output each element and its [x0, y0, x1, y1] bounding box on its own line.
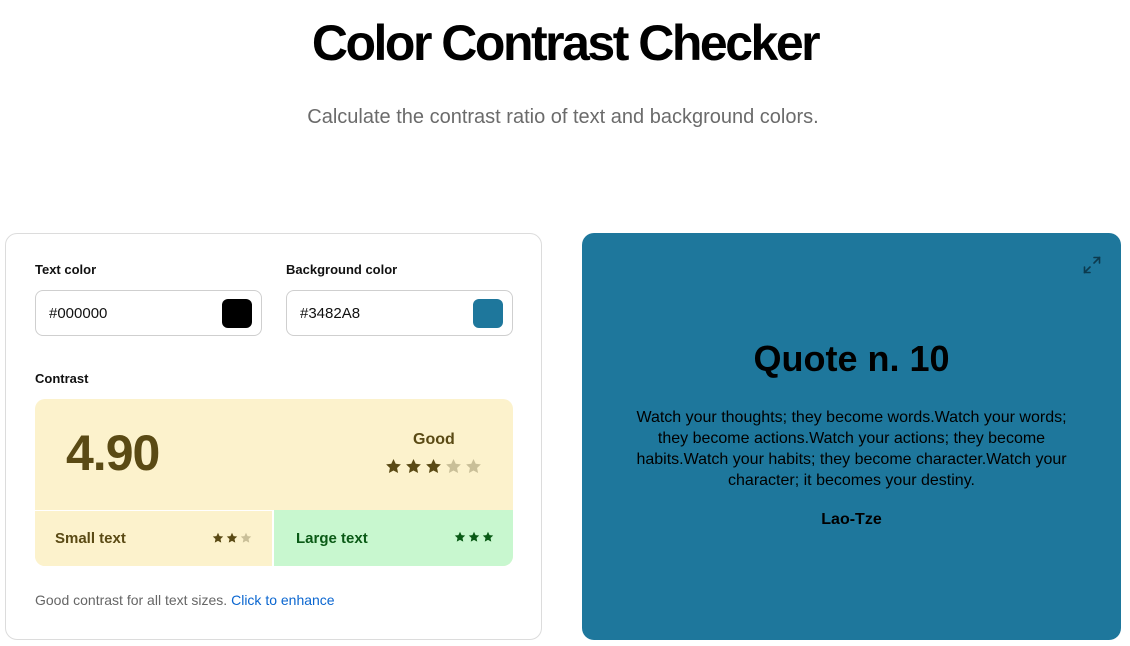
small-text-cell: Small text — [35, 510, 272, 566]
text-size-row: Small text Large text — [35, 510, 513, 566]
background-color-swatch[interactable] — [473, 299, 503, 328]
quote-body: Watch your thoughts; they become words.W… — [636, 409, 1067, 489]
large-text-cell: Large text — [272, 510, 513, 566]
quote-preview: Quote n. 10 Watch your thoughts; they be… — [582, 233, 1121, 640]
star-filled-icon — [454, 531, 466, 542]
star-empty-icon — [240, 532, 252, 543]
star-filled-icon — [406, 459, 421, 474]
quote-title: Quote n. 10 — [753, 338, 950, 379]
background-color-label: Background color — [286, 262, 398, 277]
rating-stars — [385, 458, 482, 475]
large-text-label: Large text — [296, 529, 368, 547]
page-title: Color Contrast Checker — [311, 15, 821, 71]
page-subtitle: Calculate the contrast ratio of text and… — [307, 106, 819, 128]
contrast-score-box: 4.90 Good Small text Large text — [35, 399, 513, 566]
contrast-panel: Text color #000000 Background color #348… — [5, 233, 542, 640]
contrast-label: Contrast — [35, 371, 89, 386]
star-empty-icon — [466, 459, 481, 474]
background-color-input[interactable]: #3482A8 — [286, 290, 513, 336]
quote-author: Lao-Tze — [821, 511, 882, 528]
large-text-stars — [454, 531, 494, 543]
text-color-input[interactable]: #000000 — [35, 290, 262, 336]
text-color-label: Text color — [35, 262, 97, 277]
small-text-label: Small text — [55, 530, 126, 547]
small-text-stars — [212, 532, 252, 544]
contrast-hint: Good contrast for all text sizes. Click … — [35, 592, 335, 608]
star-filled-icon — [212, 532, 224, 543]
enhance-link[interactable]: Click to enhance — [231, 592, 335, 608]
text-color-swatch[interactable] — [222, 299, 252, 328]
star-filled-icon — [482, 531, 494, 542]
contrast-rating: Good — [413, 431, 455, 448]
expand-icon[interactable] — [1083, 256, 1101, 274]
star-filled-icon — [426, 459, 441, 474]
hint-text: Good contrast for all text sizes. — [35, 592, 228, 608]
star-filled-icon — [468, 531, 480, 542]
contrast-ratio: 4.90 — [66, 425, 160, 481]
star-empty-icon — [446, 459, 461, 474]
star-filled-icon — [386, 459, 401, 474]
star-filled-icon — [226, 532, 238, 543]
